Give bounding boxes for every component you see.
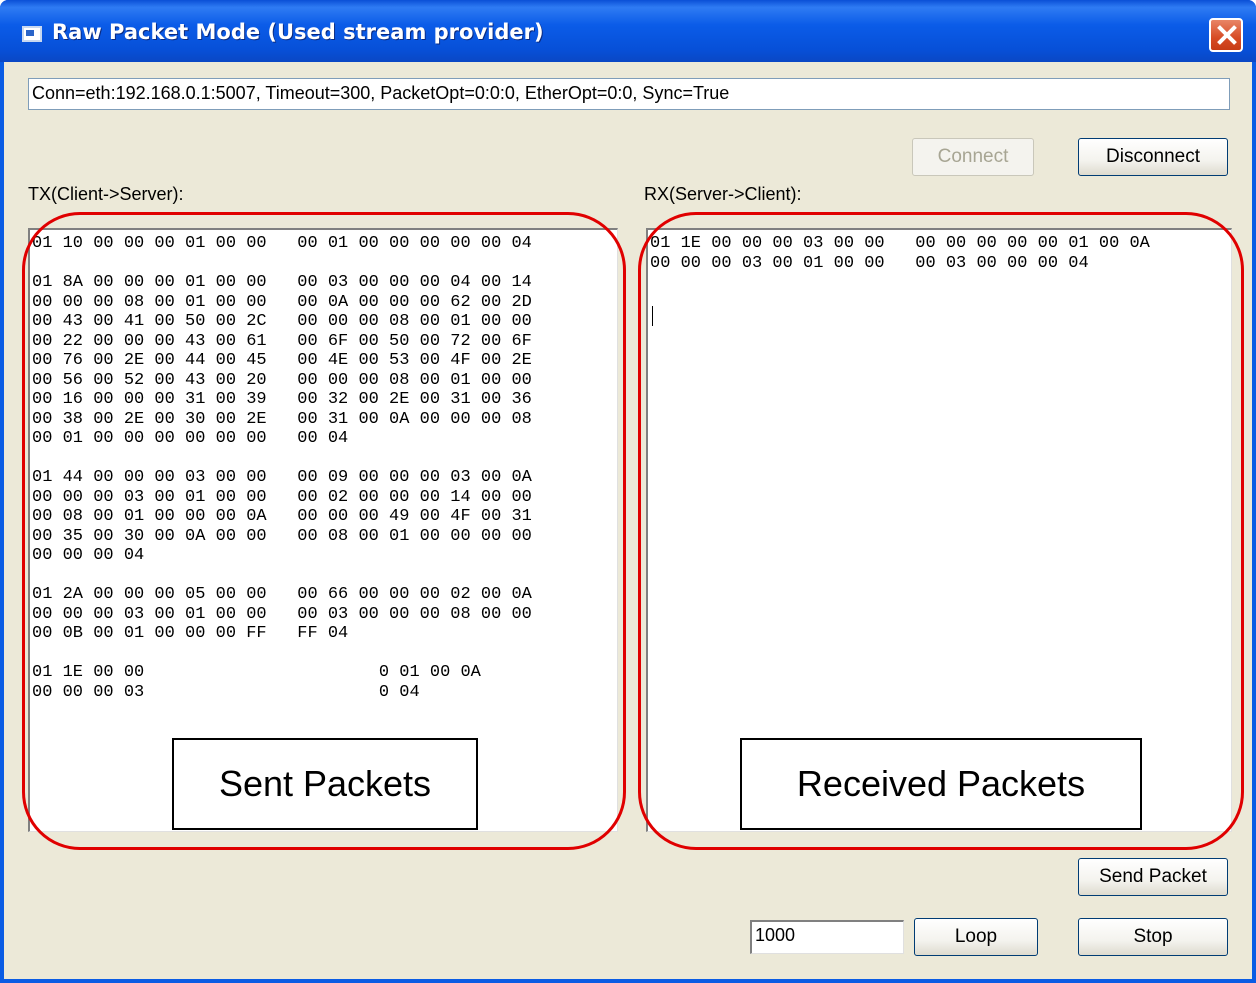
- tx-label: TX(Client->Server):: [28, 184, 184, 204]
- close-button[interactable]: [1209, 18, 1243, 52]
- rx-label: RX(Server->Client):: [644, 184, 802, 204]
- connection-string-field[interactable]: Conn=eth:192.168.0.1:5007, Timeout=300, …: [28, 78, 1230, 110]
- window-title: Raw Packet Mode (Used stream provider): [52, 20, 544, 44]
- client-area: Conn=eth:192.168.0.1:5007, Timeout=300, …: [4, 62, 1252, 979]
- app-window: Raw Packet Mode (Used stream provider) C…: [0, 0, 1256, 983]
- title-bar[interactable]: Raw Packet Mode (Used stream provider): [0, 0, 1256, 62]
- connect-button[interactable]: Connect: [912, 138, 1034, 176]
- received-packets-callout: Received Packets: [740, 738, 1142, 830]
- stop-button[interactable]: Stop: [1078, 918, 1228, 956]
- disconnect-button[interactable]: Disconnect: [1078, 138, 1228, 176]
- loop-button[interactable]: Loop: [914, 918, 1038, 956]
- window-icon: [22, 26, 42, 42]
- send-packet-button[interactable]: Send Packet: [1078, 858, 1228, 896]
- loop-count-field[interactable]: 1000: [750, 920, 904, 954]
- sent-packets-callout: Sent Packets: [172, 738, 478, 830]
